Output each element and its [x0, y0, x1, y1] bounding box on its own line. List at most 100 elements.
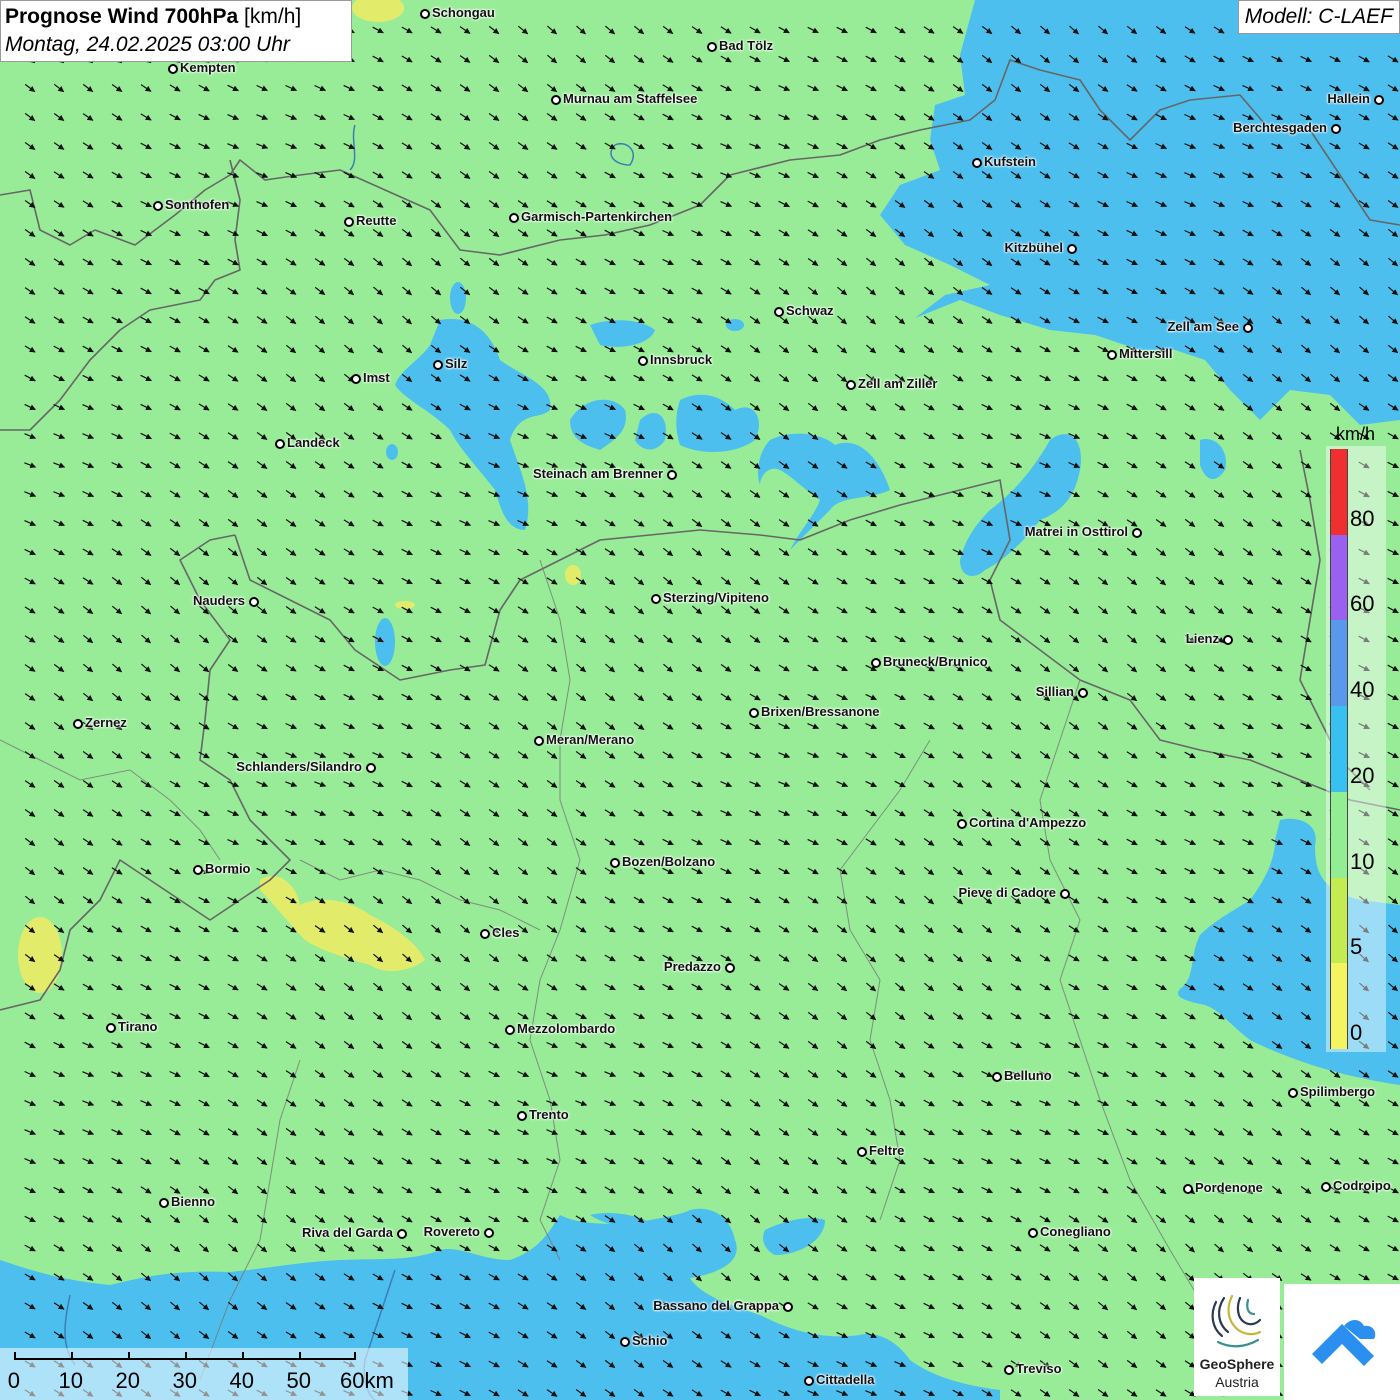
city-label: Belluno	[1004, 1068, 1052, 1083]
city-dot-icon	[620, 1337, 630, 1347]
city-label: Trento	[529, 1107, 569, 1122]
city-dot-icon	[1243, 323, 1253, 333]
city-label: Mezzolombardo	[517, 1021, 616, 1036]
city-dot-icon	[106, 1023, 116, 1033]
city-label: Kufstein	[984, 154, 1036, 169]
legend-swatch	[1331, 791, 1347, 878]
city-label: Murnau am Staffelsee	[563, 91, 698, 106]
city-label: Kitzbühel	[1004, 240, 1064, 255]
scalebar-tick	[242, 1352, 244, 1360]
city-dot-icon	[505, 1025, 515, 1035]
scalebar-label: 40	[229, 1368, 254, 1393]
city-dot-icon	[1321, 1182, 1331, 1192]
city-label: Zell am See	[1167, 319, 1239, 334]
city-label: Schio	[632, 1333, 668, 1348]
city-dot-icon	[749, 708, 759, 718]
scalebar-line	[14, 1358, 354, 1360]
city-dot-icon	[804, 1376, 814, 1386]
city-dot-icon	[1288, 1088, 1298, 1098]
legend-label: 10	[1350, 848, 1375, 874]
city-dot-icon	[366, 763, 376, 773]
city-dot-icon	[420, 9, 430, 19]
city-dot-icon	[73, 719, 83, 729]
scalebar-label: 10	[58, 1368, 83, 1393]
city-label: Bormio	[205, 861, 251, 876]
app-logo-icon	[1312, 1320, 1376, 1366]
scalebar-label: 0	[7, 1368, 20, 1393]
city-label: Bienno	[171, 1194, 216, 1209]
map-title: Prognose Wind 700hPa [km/h]	[5, 3, 347, 31]
scalebar-label: 30	[172, 1368, 197, 1393]
city-label: Pieve di Cadore	[958, 885, 1056, 900]
wind-forecast-map[interactable]: Schongau Bad Tölz Kempten Murnau am Staffel…	[0, 0, 1400, 1400]
city-label: Bassano del Grappa	[653, 1298, 779, 1313]
city-dot-icon	[725, 963, 735, 973]
city-label: Reutte	[356, 213, 397, 228]
city-dot-icon	[638, 356, 648, 366]
city-label: Bad Tölz	[719, 38, 774, 53]
legend-label: 20	[1350, 762, 1375, 788]
city-dot-icon	[1331, 124, 1341, 134]
city-label: Sillian	[1035, 684, 1074, 699]
legend-label: 40	[1350, 677, 1375, 703]
city-dot-icon	[871, 658, 881, 668]
geosphere-logo-name: GeoSphere	[1199, 1356, 1275, 1372]
forecast-datetime: Montag, 24.02.2025 03:00 Uhr	[5, 33, 290, 56]
city-label: Schwaz	[786, 303, 834, 318]
city-dot-icon	[344, 217, 354, 227]
city-label: Sterzing/Vipiteno	[663, 590, 769, 605]
city-dot-icon	[551, 95, 561, 105]
city-label: Bruneck/Brunico	[883, 654, 988, 669]
city-dot-icon	[1060, 889, 1070, 899]
city-dot-icon	[667, 470, 677, 480]
city-dot-icon	[480, 929, 490, 939]
city-dot-icon	[1223, 635, 1233, 645]
city-dot-icon	[534, 736, 544, 746]
city-dot-icon	[857, 1147, 867, 1157]
city-label: Codroipo	[1333, 1178, 1391, 1193]
city-dot-icon	[193, 865, 203, 875]
city-dot-icon	[517, 1111, 527, 1121]
city-dot-icon	[159, 1198, 169, 1208]
scalebar-tick	[14, 1352, 16, 1360]
city-dot-icon	[1078, 688, 1088, 698]
city-dot-icon	[610, 858, 620, 868]
city-label: Rovereto	[423, 1224, 480, 1239]
legend-label: 5	[1350, 934, 1363, 960]
model-label: Modell: C-LAEF	[1237, 0, 1400, 34]
city-label: Nauders	[192, 593, 245, 608]
city-label: Sonthofen	[165, 197, 230, 212]
scalebar-tick	[354, 1352, 356, 1360]
app-logo[interactable]	[1284, 1284, 1400, 1400]
city-label: Kempten	[180, 60, 236, 75]
legend-colorbar	[1330, 449, 1348, 1049]
city-dot-icon	[509, 213, 519, 223]
city-label: Silz	[445, 356, 468, 371]
city-label: Matrei in Osttirol	[1024, 524, 1128, 539]
legend-swatch	[1331, 706, 1347, 792]
city-label: Mittersill	[1119, 346, 1173, 361]
scalebar-label: 50	[286, 1368, 311, 1393]
city-dot-icon	[351, 374, 361, 384]
city-dot-icon	[783, 1302, 793, 1312]
city-label: Treviso	[1016, 1361, 1062, 1376]
scalebar-tick	[299, 1352, 301, 1360]
geosphere-logo[interactable]: GeoSphere Austria	[1194, 1278, 1280, 1396]
city-dot-icon	[1028, 1228, 1038, 1238]
legend-label: 0	[1350, 1020, 1363, 1045]
city-dot-icon	[846, 380, 856, 390]
city-label: Tirano	[118, 1019, 158, 1034]
city-dot-icon	[1107, 350, 1117, 360]
legend-swatch	[1331, 963, 1347, 1049]
city-label: Spilimbergo	[1300, 1084, 1376, 1099]
city-label: Brixen/Bressanone	[761, 704, 880, 719]
legend-swatch	[1331, 877, 1347, 964]
city-label: Pordenone	[1195, 1180, 1263, 1195]
map-title-unit: [km/h]	[244, 5, 302, 28]
legend-label: 80	[1350, 505, 1375, 531]
scalebar-label: 60km	[340, 1368, 394, 1393]
city-label: Conegliano	[1040, 1224, 1111, 1239]
city-label: Meran/Merano	[546, 732, 635, 747]
city-label: Cles	[492, 925, 520, 940]
city-dot-icon	[397, 1229, 407, 1239]
